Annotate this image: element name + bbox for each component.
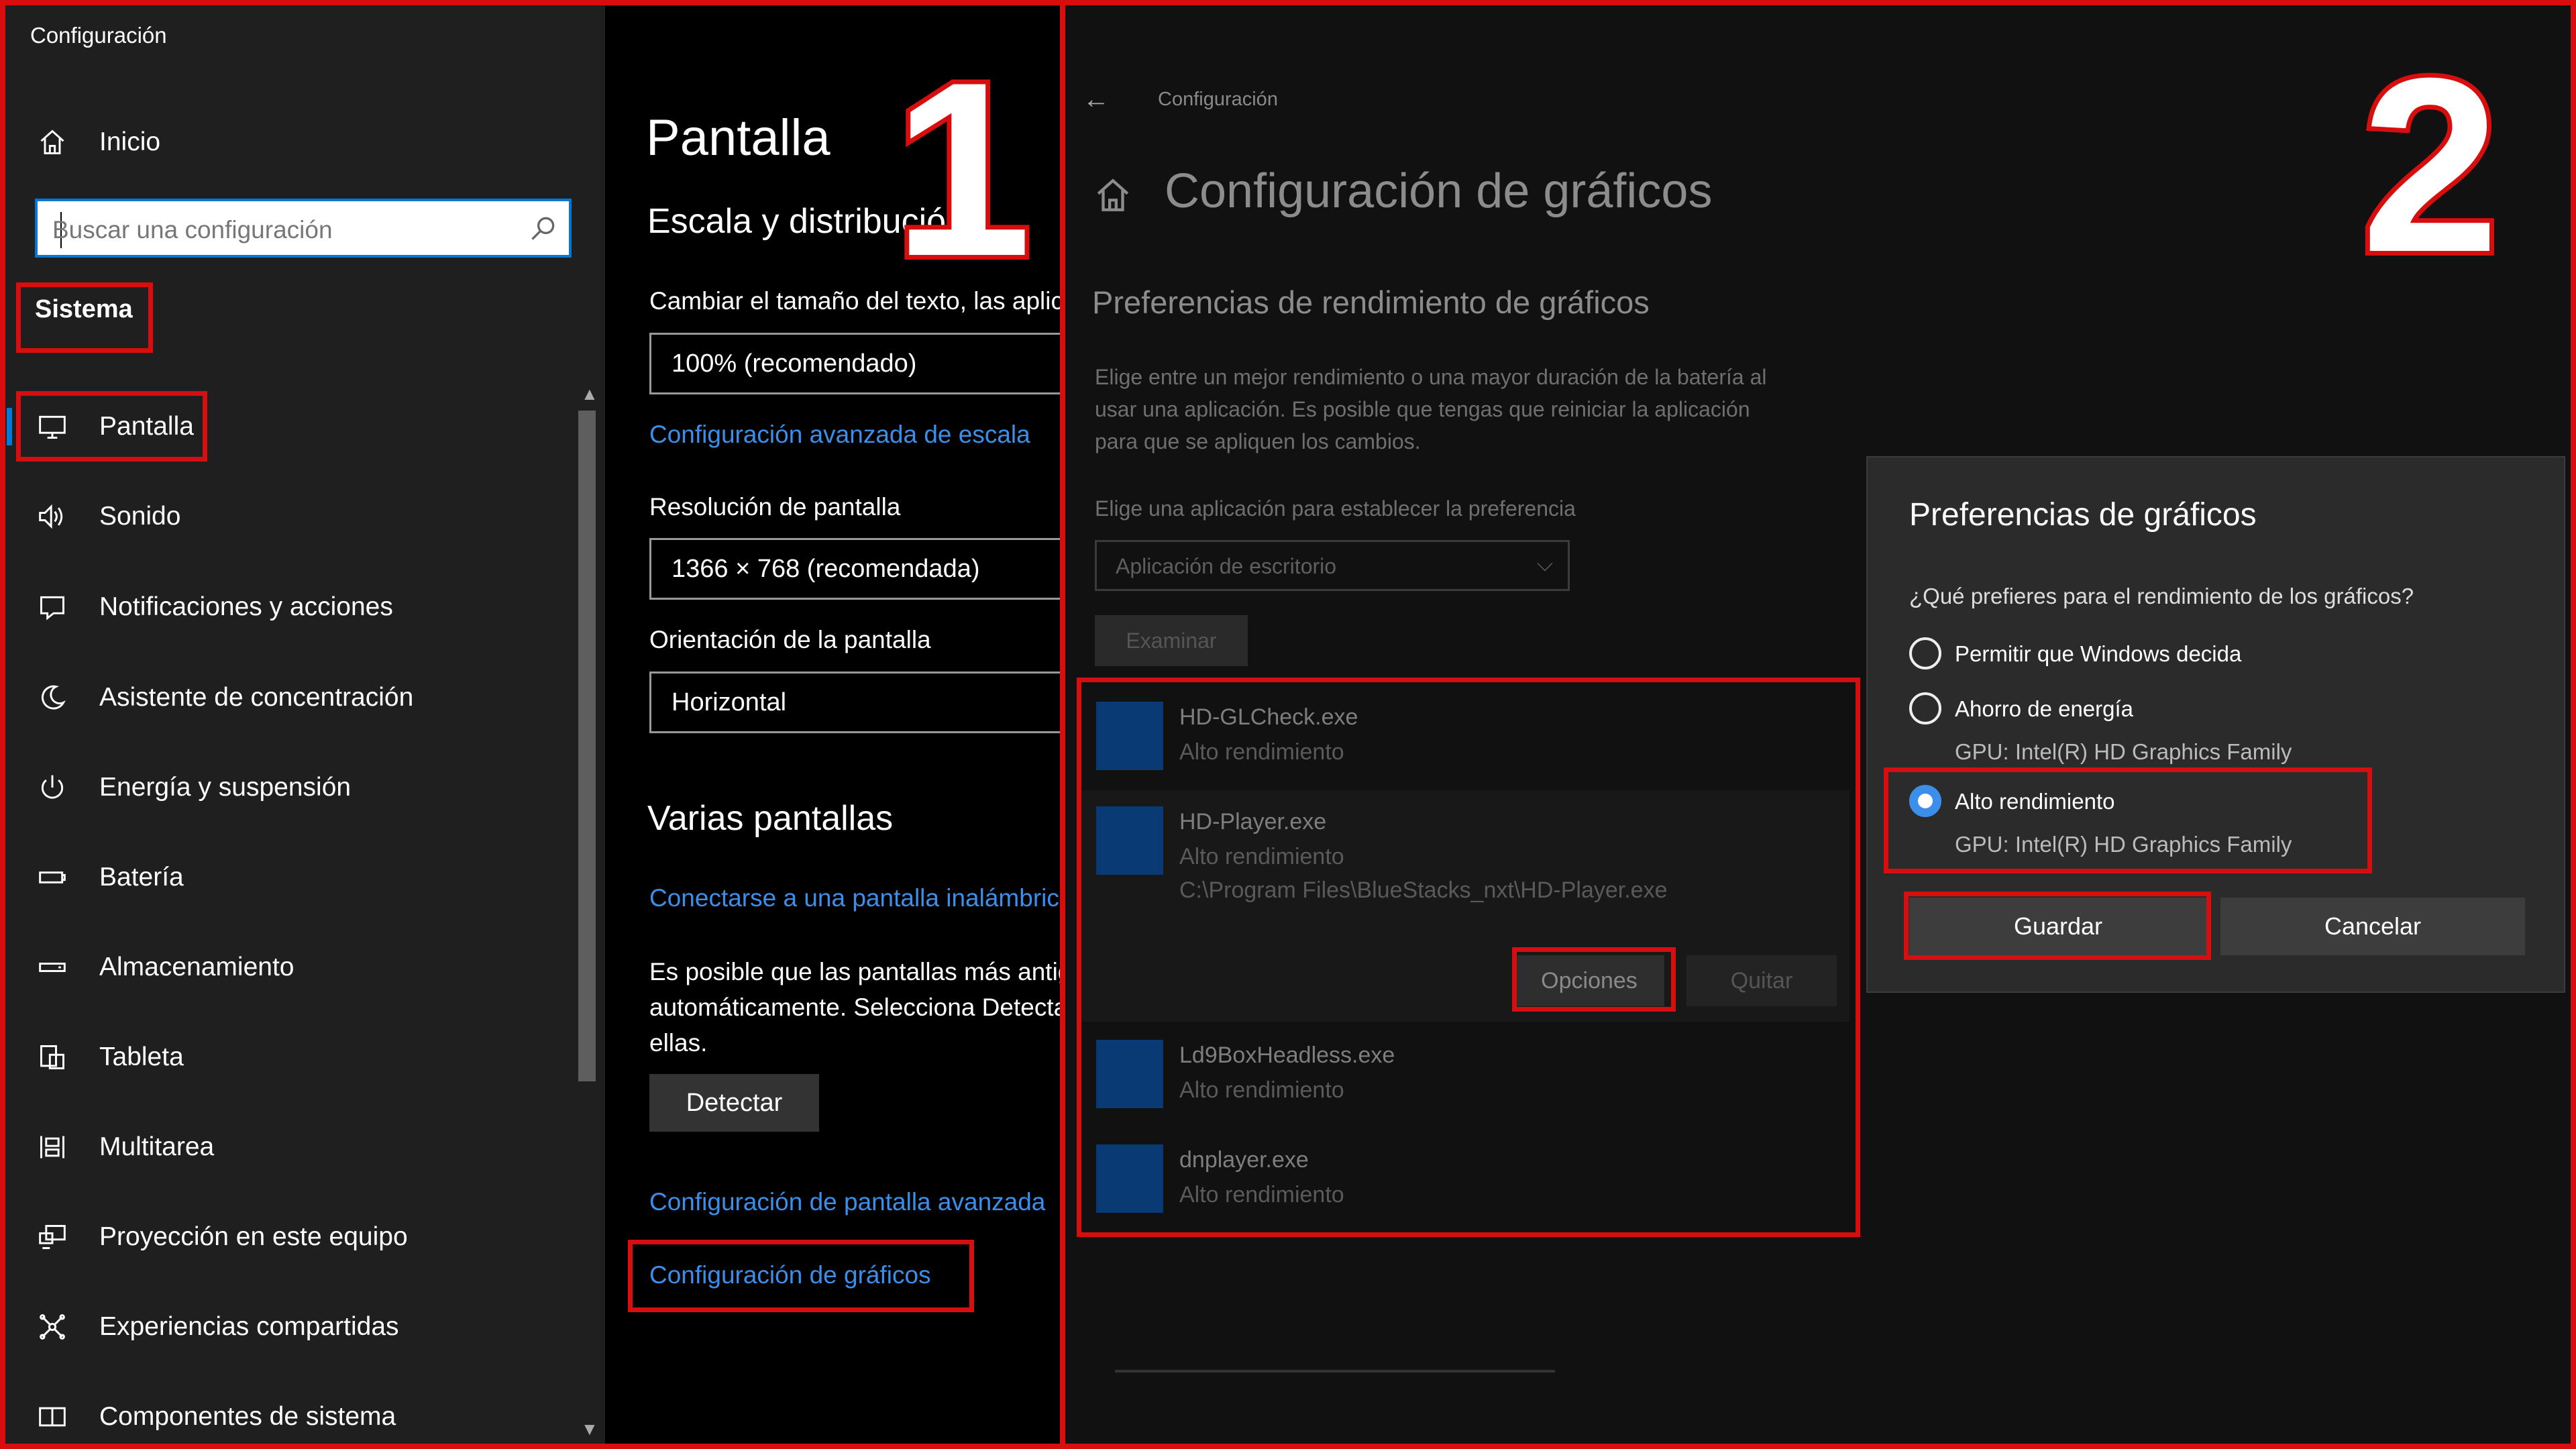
panel-frame-1 (0, 0, 1065, 1449)
panel-frame-2 (1060, 0, 2576, 1449)
